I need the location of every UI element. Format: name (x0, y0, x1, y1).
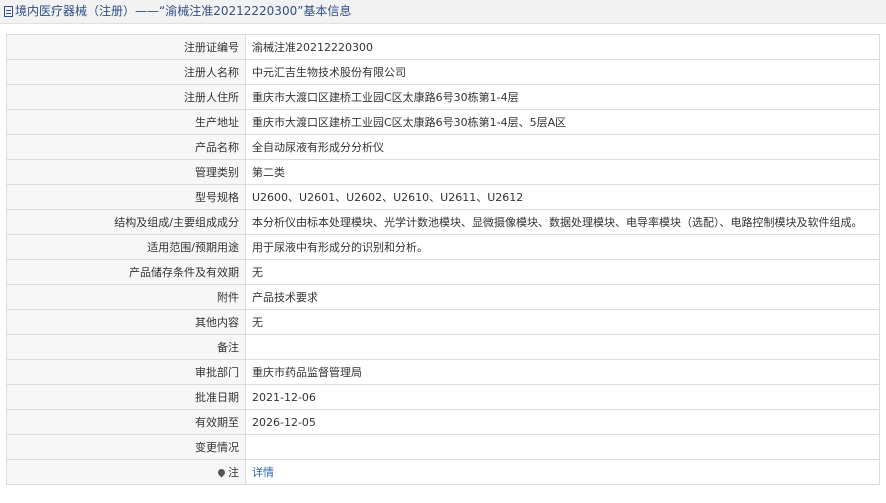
row-label: 注册证编号 (6, 34, 246, 60)
row-label: 批准日期 (6, 384, 246, 410)
row-label: 注册人名称 (6, 59, 246, 85)
page-title-bar: 境内医疗器械（注册）——“渝械注准20212220300”基本信息 (0, 0, 886, 24)
row-value: 渝械注准20212220300 (245, 34, 880, 60)
row-value: 全自动尿液有形成分分析仪 (245, 134, 880, 160)
row-value (245, 334, 880, 360)
table-row: 变更情况 (6, 434, 880, 460)
row-label: 生产地址 (6, 109, 246, 135)
row-label: 其他内容 (6, 309, 246, 335)
title-separator: —— (135, 4, 160, 18)
row-value: 中元汇吉生物技术股份有限公司 (245, 59, 880, 85)
row-value: 本分析仪由标本处理模块、光学计数池模块、显微摄像模块、数据处理模块、电导率模块（… (245, 209, 880, 235)
row-label: 管理类别 (6, 159, 246, 185)
row-value: 重庆市大渡口区建桥工业园C区太康路6号30栋第1-4层、5层A区 (245, 109, 880, 135)
row-value: 2021-12-06 (245, 384, 880, 410)
row-value: U2600、U2601、U2602、U2610、U2611、U2612 (245, 184, 880, 210)
pin-icon (216, 467, 227, 478)
row-value: 重庆市大渡口区建桥工业园C区太康路6号30栋第1-4层 (245, 84, 880, 110)
table-row: 适用范围/预期用途 用于尿液中有形成分的识别和分析。 (6, 234, 880, 260)
table-row: 附件 产品技术要求 (6, 284, 880, 310)
table-row: 注册人名称 中元汇吉生物技术股份有限公司 (6, 59, 880, 85)
table-row: 批准日期 2021-12-06 (6, 384, 880, 410)
row-label: 适用范围/预期用途 (6, 234, 246, 260)
info-table: 注册证编号 渝械注准20212220300 注册人名称 中元汇吉生物技术股份有限公司… (6, 34, 880, 485)
note-label-cell: 注 (6, 459, 246, 485)
row-value: 重庆市药品监督管理局 (245, 359, 880, 385)
note-row: 注 详情 (6, 459, 880, 485)
table-row: 结构及组成/主要组成成分 本分析仪由标本处理模块、光学计数池模块、显微摄像模块、数… (6, 209, 880, 235)
row-label: 产品名称 (6, 134, 246, 160)
row-label: 注册人住所 (6, 84, 246, 110)
row-label: 有效期至 (6, 409, 246, 435)
row-label: 附件 (6, 284, 246, 310)
row-label: 备注 (6, 334, 246, 360)
table-row: 注册人住所 重庆市大渡口区建桥工业园C区太康路6号30栋第1-4层 (6, 84, 880, 110)
table-row: 产品储存条件及有效期无 (6, 259, 880, 285)
table-row: 产品名称 全自动尿液有形成分分析仪 (6, 134, 880, 160)
row-label: 型号规格 (6, 184, 246, 210)
row-value: 无 (245, 259, 880, 285)
row-value: 无 (245, 309, 880, 335)
row-value: 2026-12-05 (245, 409, 880, 435)
row-label: 审批部门 (6, 359, 246, 385)
table-row: 管理类别 第二类 (6, 159, 880, 185)
details-link[interactable]: 详情 (252, 466, 274, 479)
note-label: 注 (228, 466, 239, 479)
row-value: 产品技术要求 (245, 284, 880, 310)
table-row: 有效期至 2026-12-05 (6, 409, 880, 435)
table-row: 型号规格 U2600、U2601、U2602、U2610、U2611、U2612 (6, 184, 880, 210)
row-value (245, 434, 880, 460)
row-label: 产品储存条件及有效期 (6, 259, 246, 285)
table-row: 备注 (6, 334, 880, 360)
row-label: 结构及组成/主要组成成分 (6, 209, 246, 235)
row-value: 用于尿液中有形成分的识别和分析。 (245, 234, 880, 260)
row-label: 变更情况 (6, 434, 246, 460)
note-value-cell: 详情 (245, 459, 880, 485)
table-row: 注册证编号 渝械注准20212220300 (6, 34, 880, 60)
table-row: 审批部门 重庆市药品监督管理局 (6, 359, 880, 385)
table-row: 生产地址 重庆市大渡口区建桥工业园C区太康路6号30栋第1-4层、5层A区 (6, 109, 880, 135)
table-row: 其他内容无 (6, 309, 880, 335)
row-value: 第二类 (245, 159, 880, 185)
document-icon (4, 6, 13, 17)
page-title: “渝械注准20212220300”基本信息 (159, 4, 352, 18)
category-label: 境内医疗器械（注册） (15, 4, 136, 18)
